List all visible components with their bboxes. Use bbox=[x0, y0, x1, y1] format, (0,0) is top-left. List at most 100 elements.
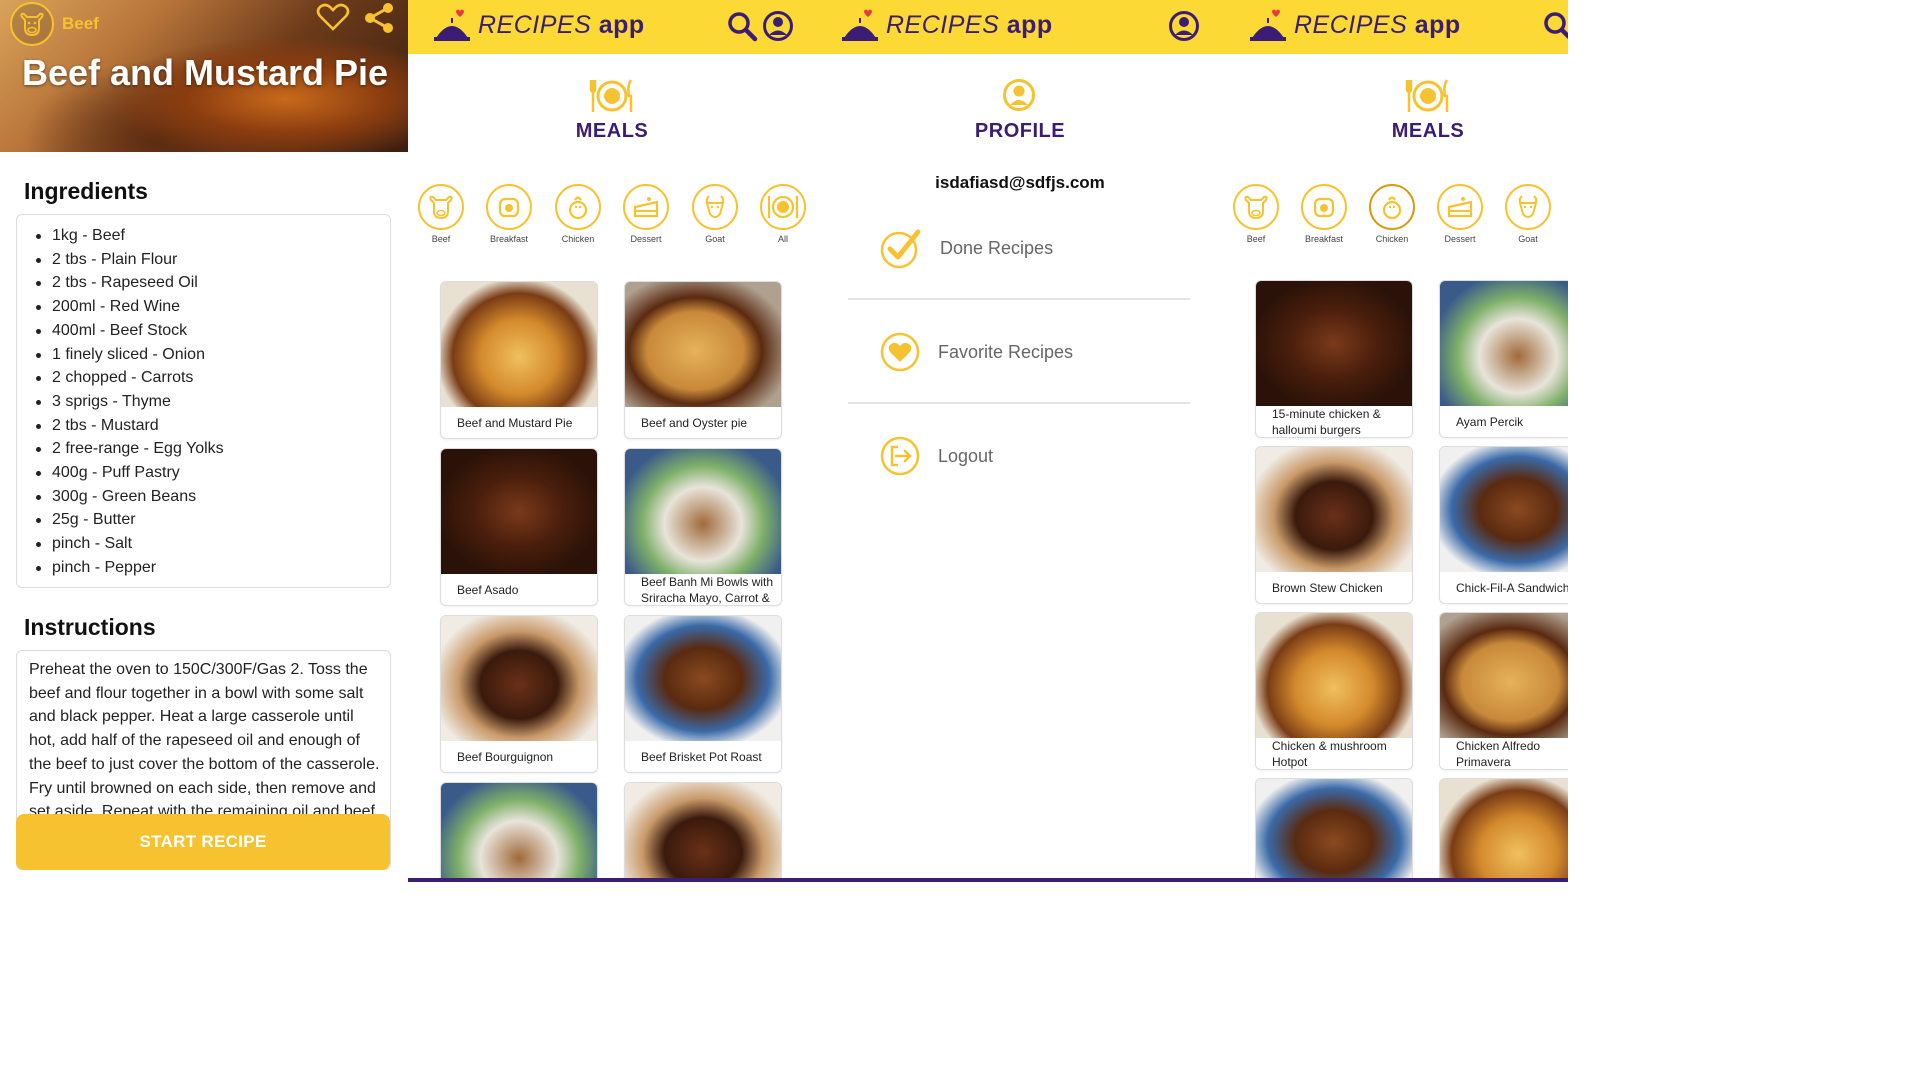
done-recipes-button[interactable]: Done Recipes bbox=[880, 226, 1190, 270]
ingredient-item: 2 tbs - Plain Flour bbox=[36, 248, 224, 272]
recipe-image bbox=[1256, 447, 1412, 572]
app-logo-text: RECIPES app bbox=[1294, 11, 1461, 39]
bottom-nav-bar bbox=[1224, 878, 1568, 882]
recipe-card[interactable] bbox=[440, 782, 598, 882]
recipe-card[interactable]: 15-minute chicken & halloumi burgers bbox=[1255, 280, 1413, 438]
recipe-image bbox=[441, 449, 597, 574]
recipe-card[interactable]: Beef and Mustard Pie bbox=[440, 281, 598, 439]
recipe-name: Brown Stew Chicken bbox=[1272, 581, 1383, 595]
recipe-image bbox=[1440, 447, 1568, 572]
search-icon[interactable] bbox=[726, 10, 758, 42]
category-label: All bbox=[777, 234, 788, 244]
recipe-card[interactable] bbox=[624, 782, 782, 882]
divider bbox=[848, 402, 1190, 404]
ingredient-item: pinch - Salt bbox=[36, 532, 224, 556]
category-label: Dessert bbox=[630, 234, 662, 244]
ingredient-item: 1kg - Beef bbox=[36, 224, 224, 248]
category-beef[interactable]: Beef bbox=[1226, 184, 1286, 244]
recipe-logo-icon bbox=[434, 8, 470, 42]
dessert-icon bbox=[623, 184, 669, 230]
category-dessert[interactable]: Dessert bbox=[616, 184, 676, 244]
category-label: Chicken bbox=[1375, 234, 1409, 244]
page-title: PROFILE bbox=[974, 120, 1066, 142]
profile-icon[interactable] bbox=[762, 10, 794, 42]
app-logo-text: RECIPES app bbox=[886, 11, 1053, 39]
breakfast-icon bbox=[486, 184, 532, 230]
recipe-name: Chicken Alfredo Primavera bbox=[1456, 739, 1541, 769]
recipe-name: Beef Brisket Pot Roast bbox=[641, 750, 762, 764]
category-label: Breakfast bbox=[489, 234, 529, 244]
app-header: RECIPES app bbox=[408, 0, 816, 54]
category-label: Dessert bbox=[1444, 234, 1476, 244]
share-icon[interactable] bbox=[362, 2, 396, 34]
logout-button[interactable]: Logout bbox=[880, 434, 1190, 478]
category-goat[interactable]: Goat bbox=[685, 184, 745, 244]
recipe-name: Beef and Mustard Pie bbox=[457, 416, 573, 430]
instructions-text: Preheat the oven to 150C/300F/Gas 2. Tos… bbox=[29, 661, 380, 818]
recipe-card[interactable]: Ayam Percik bbox=[1439, 280, 1568, 438]
meals-plate-icon bbox=[588, 76, 636, 116]
recipe-card[interactable] bbox=[1255, 778, 1413, 882]
recipe-card[interactable]: Beef Banh Mi Bowls with Sriracha Mayo, C… bbox=[624, 448, 782, 606]
category-goat[interactable]: Goat bbox=[1498, 184, 1558, 244]
recipe-logo-icon bbox=[1250, 8, 1286, 42]
chicken-icon bbox=[555, 184, 601, 230]
recipe-image bbox=[625, 783, 781, 882]
recipe-card[interactable]: Brown Stew Chicken bbox=[1255, 446, 1413, 604]
profile-icon[interactable] bbox=[1168, 10, 1200, 42]
recipe-hero-image: Beef Beef and Mustard Pie bbox=[0, 0, 408, 152]
beef-icon bbox=[418, 184, 464, 230]
breakfast-icon bbox=[1301, 184, 1347, 230]
recipe-name: Beef Bourguignon bbox=[457, 750, 554, 764]
profile-page-icon bbox=[1002, 78, 1038, 114]
ingredient-item: 300g - Green Beans bbox=[36, 485, 224, 509]
category-breakfast[interactable]: Breakfast bbox=[1294, 184, 1354, 244]
recipe-card[interactable]: Chicken & mushroom Hotpot bbox=[1255, 612, 1413, 770]
recipe-card[interactable]: Chick-Fil-A Sandwich bbox=[1439, 446, 1568, 604]
category-beef[interactable]: Beef bbox=[411, 184, 471, 244]
favorite-recipes-button[interactable]: Favorite Recipes bbox=[880, 330, 1190, 374]
instructions-heading: Instructions bbox=[24, 614, 156, 640]
recipe-image bbox=[1440, 281, 1568, 406]
bottom-nav-bar bbox=[408, 878, 816, 882]
search-icon[interactable] bbox=[1542, 10, 1568, 42]
chicken-icon bbox=[1369, 184, 1415, 230]
category-label: Beef bbox=[1246, 234, 1266, 244]
app-header: RECIPES app bbox=[816, 0, 1224, 54]
recipe-image bbox=[1256, 779, 1412, 882]
category-chicken[interactable]: Chicken bbox=[1362, 184, 1422, 244]
recipe-category: Beef bbox=[62, 14, 99, 33]
recipe-card[interactable]: Beef Asado bbox=[440, 448, 598, 606]
recipe-card[interactable] bbox=[1439, 778, 1568, 882]
recipe-card[interactable]: Chicken Alfredo Primavera bbox=[1439, 612, 1568, 770]
category-chicken[interactable]: Chicken bbox=[548, 184, 608, 244]
category-breakfast[interactable]: Breakfast bbox=[479, 184, 539, 244]
beef-icon bbox=[10, 2, 54, 46]
recipe-image bbox=[625, 449, 781, 574]
recipe-card[interactable]: Beef Brisket Pot Roast bbox=[624, 615, 782, 773]
divider bbox=[848, 298, 1190, 300]
recipe-name: 15-minute chicken & halloumi burgers bbox=[1272, 407, 1381, 437]
favorite-heart-icon[interactable] bbox=[316, 2, 350, 32]
app-header: RECIPES app bbox=[1224, 0, 1568, 54]
meals-plate-icon bbox=[1404, 76, 1452, 116]
page-title: MEALS bbox=[1391, 120, 1465, 142]
logout-label: Logout bbox=[938, 445, 994, 466]
ingredient-item: 400g - Puff Pastry bbox=[36, 461, 224, 485]
category-label: Breakfast bbox=[1304, 234, 1344, 244]
recipe-card[interactable]: Beef and Oyster pie bbox=[624, 281, 782, 439]
recipe-image bbox=[625, 282, 781, 407]
all-icon bbox=[760, 184, 806, 230]
recipe-image bbox=[441, 616, 597, 741]
start-recipe-button[interactable]: START RECIPE bbox=[16, 814, 390, 870]
recipe-image bbox=[441, 282, 597, 407]
recipe-name: Chick-Fil-A Sandwich bbox=[1456, 581, 1568, 595]
recipe-image bbox=[441, 783, 597, 882]
category-dessert[interactable]: Dessert bbox=[1430, 184, 1490, 244]
category-filter-bar: Beef Breakfast Chicken Dessert Goat All bbox=[408, 184, 816, 246]
beef-icon bbox=[1233, 184, 1279, 230]
recipe-image bbox=[625, 616, 781, 741]
recipe-card[interactable]: Beef Bourguignon bbox=[440, 615, 598, 773]
category-all[interactable]: All bbox=[753, 184, 813, 244]
category-label: Chicken bbox=[561, 234, 595, 244]
